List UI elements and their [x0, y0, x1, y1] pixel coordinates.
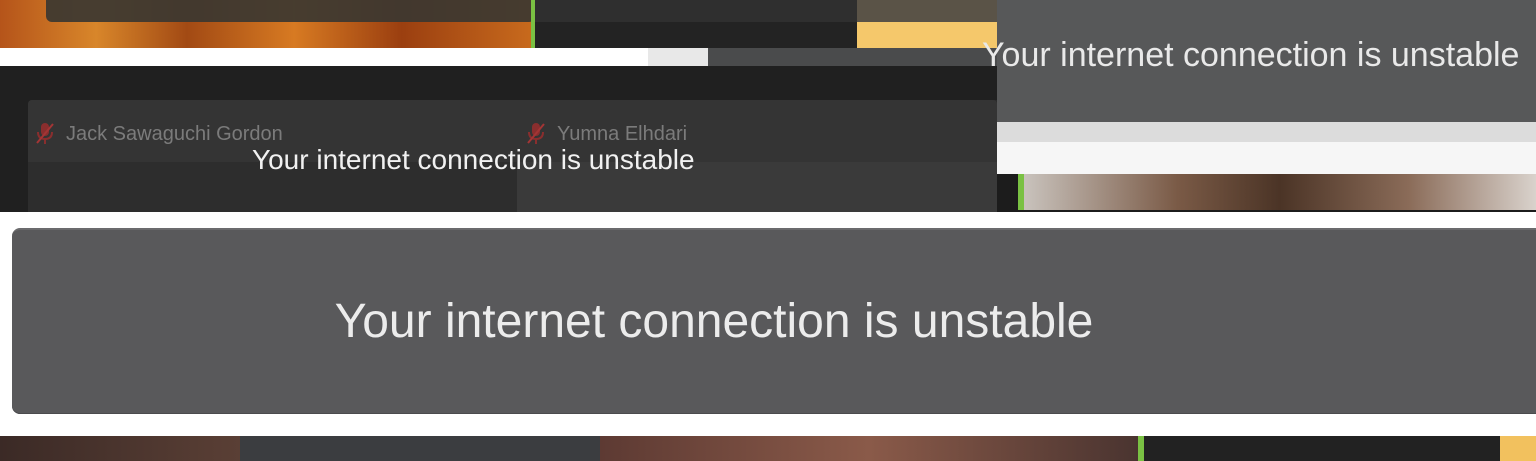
divider: [0, 48, 648, 66]
participant-video-tile: [1024, 174, 1536, 210]
video-tile-name-bar: [46, 0, 535, 22]
participant-video-tile: [600, 436, 1138, 461]
meeting-collage: Your internet connection is unstable Jac…: [0, 0, 1536, 461]
connection-warning-toast: Your internet connection is unstable: [12, 228, 1536, 414]
connection-warning-message: Your internet connection is unstable: [252, 144, 695, 175]
connection-warning-message: Your internet connection is unstable: [982, 36, 1520, 74]
participant-video-tile: [1500, 436, 1536, 461]
divider: [997, 142, 1536, 174]
participant-name: Jack Sawaguchi Gordon: [66, 123, 283, 145]
participant-video-tile: [0, 436, 240, 461]
participant-video-tile: [1144, 436, 1500, 461]
divider: [997, 122, 1536, 142]
mic-off-icon: [36, 123, 54, 144]
participant-video-tile: [240, 436, 600, 461]
toast-edge: [708, 48, 997, 66]
divider: [648, 48, 708, 66]
connection-warning-message: Your internet connection is unstable: [334, 295, 1094, 348]
video-tile-name-bar: [535, 0, 857, 22]
